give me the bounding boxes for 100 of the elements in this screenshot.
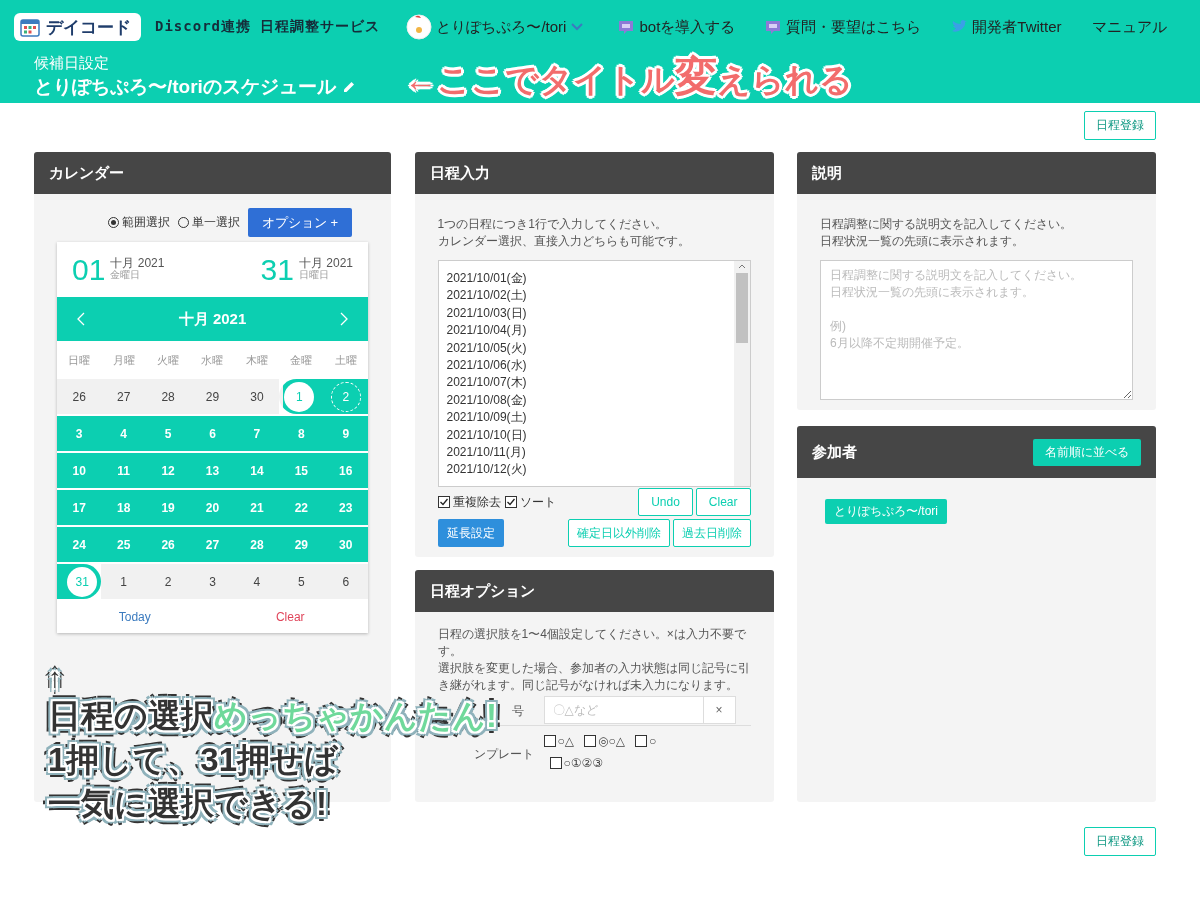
- day-cell[interactable]: 4: [234, 564, 280, 599]
- sort-button[interactable]: 名前順に並べる: [1033, 438, 1141, 466]
- day-cell[interactable]: 28: [145, 379, 191, 414]
- action-button[interactable]: Undo: [638, 488, 693, 516]
- schedule-textarea[interactable]: 2021/10/01(金) 2021/10/02(土) 2021/10/03(日) 2021/10/04(月) 2021/10/05(火) 2021/10/06(水) 2021/10/07(木) 2021/10/08(金) 2021/10/09(土) 2021/10/10(日) 2021/10/11(月) 2021/10/12(火): [437, 260, 751, 487]
- day-cell[interactable]: 26: [57, 379, 102, 414]
- participant-chip[interactable]: とりぽちぷろ〜/tori: [825, 499, 947, 524]
- nav-link[interactable]: 質問・要望はこちら: [765, 17, 922, 37]
- pencil-icon: [341, 80, 356, 94]
- radio-button[interactable]: 単一選択: [177, 214, 240, 231]
- day-cell[interactable]: 4: [101, 416, 146, 451]
- end-day: 31: [260, 252, 294, 287]
- nav-link[interactable]: botを導入する: [618, 17, 736, 37]
- day-cell[interactable]: 18: [101, 490, 146, 525]
- bird-icon: [951, 20, 968, 34]
- register-button[interactable]: 日程登録: [1084, 111, 1156, 140]
- day-cell[interactable]: 31: [57, 564, 102, 599]
- weekday-header: 日曜: [67, 352, 92, 368]
- clear-link[interactable]: Clear: [269, 609, 311, 625]
- month-year: 十月 2021: [110, 258, 165, 269]
- checkbox[interactable]: [549, 757, 562, 769]
- weekday-header: 月曜: [111, 352, 136, 368]
- panel-title: 日程オプション: [429, 581, 535, 601]
- day-cell[interactable]: 10: [57, 453, 102, 488]
- day-cell[interactable]: 2: [323, 379, 368, 414]
- checkbox[interactable]: [584, 735, 596, 747]
- logo[interactable]: デイコード: [14, 13, 141, 41]
- day-cell[interactable]: 29: [190, 379, 235, 414]
- calendar-icon: [20, 17, 40, 37]
- action-button[interactable]: Clear: [695, 488, 751, 516]
- day-cell[interactable]: 7: [234, 416, 280, 451]
- annotation-text: 日程の選択めっちゃかんたん!: [48, 696, 497, 736]
- checkbox-option[interactable]: ソート: [504, 493, 556, 511]
- day-cell[interactable]: 9: [323, 416, 368, 451]
- day-cell[interactable]: 6: [190, 416, 235, 451]
- day-cell[interactable]: 28: [234, 527, 280, 562]
- chat-icon: [618, 19, 635, 35]
- today-link[interactable]: Today: [112, 609, 157, 625]
- day-cell[interactable]: 26: [145, 527, 191, 562]
- template-option[interactable]: ◎○△: [584, 734, 625, 748]
- day-cell[interactable]: 29: [279, 527, 324, 562]
- checkbox[interactable]: [543, 735, 556, 747]
- user-menu[interactable]: とりぽちぷろ〜/tori: [406, 14, 585, 40]
- nav-link[interactable]: マニュアル: [1091, 17, 1167, 37]
- day-cell[interactable]: 19: [145, 490, 191, 525]
- day-cell[interactable]: 30: [234, 379, 280, 414]
- day-cell[interactable]: 3: [190, 564, 235, 599]
- template-option[interactable]: ○①②③: [549, 756, 604, 770]
- day-cell[interactable]: 22: [279, 490, 324, 525]
- day-cell[interactable]: 13: [190, 453, 235, 488]
- template-option[interactable]: ○: [634, 734, 657, 748]
- day-cell[interactable]: 15: [279, 453, 324, 488]
- chevron-down-icon: [570, 22, 585, 32]
- checkbox-option[interactable]: 重複除去: [437, 493, 501, 511]
- panel-title: 参加者: [812, 442, 857, 462]
- day-cell[interactable]: 8: [279, 416, 324, 451]
- day-cell[interactable]: 5: [145, 416, 191, 451]
- delete-button[interactable]: 過去日削除: [672, 519, 751, 547]
- tagline: Discord連携 日程調整サービス: [155, 18, 381, 36]
- day-cell[interactable]: 16: [323, 453, 368, 488]
- day-cell[interactable]: 21: [234, 490, 280, 525]
- panel-title: 説明: [812, 163, 842, 183]
- radio-button[interactable]: 範囲選択: [107, 214, 170, 231]
- extend-button[interactable]: 延長設定: [437, 519, 504, 547]
- day-cell[interactable]: 1: [279, 379, 324, 414]
- template-option[interactable]: ○△: [543, 734, 574, 748]
- chevron-right-icon: [340, 312, 348, 326]
- help-text: 日程状況一覧の先頭に表示されます。: [820, 233, 1025, 250]
- scrollbar-thumb[interactable]: [735, 273, 748, 343]
- day-cell[interactable]: 3: [57, 416, 102, 451]
- panel-title: カレンダー: [49, 163, 124, 183]
- delete-button[interactable]: 確定日以外削除: [567, 519, 670, 547]
- day-cell[interactable]: 5: [279, 564, 324, 599]
- weekday-header: 金曜: [289, 352, 314, 368]
- checkbox[interactable]: [504, 496, 517, 508]
- checkbox[interactable]: [634, 735, 647, 747]
- schedule-title: とりぽちぷろ〜/toriのスケジュール: [34, 75, 336, 99]
- day-cell[interactable]: 17: [57, 490, 102, 525]
- annotation-text: 一気に選択できる!: [48, 784, 327, 824]
- checkbox[interactable]: [437, 496, 450, 508]
- register-button[interactable]: 日程登録: [1084, 827, 1156, 856]
- day-cell[interactable]: 6: [323, 564, 368, 599]
- day-cell[interactable]: 2: [145, 564, 191, 599]
- scroll-up-icon: [737, 264, 746, 269]
- day-cell[interactable]: 20: [190, 490, 235, 525]
- day-cell[interactable]: 23: [323, 490, 368, 525]
- day-cell[interactable]: 12: [145, 453, 191, 488]
- day-cell[interactable]: 27: [190, 527, 235, 562]
- day-cell[interactable]: 25: [101, 527, 146, 562]
- options-button[interactable]: オプション +: [247, 208, 352, 237]
- day-cell[interactable]: 27: [101, 379, 146, 414]
- day-cell[interactable]: 14: [234, 453, 280, 488]
- day-cell[interactable]: 24: [57, 527, 102, 562]
- chevron-left-icon: [77, 312, 85, 326]
- annotation-text: ←ここでタイトル変えられる: [404, 56, 853, 101]
- day-cell[interactable]: 1: [101, 564, 146, 599]
- start-day: 01: [72, 252, 106, 287]
- nav-link[interactable]: 開発者Twitter: [951, 17, 1062, 37]
- day-cell[interactable]: 11: [101, 453, 146, 488]
- day-cell[interactable]: 30: [323, 527, 368, 562]
